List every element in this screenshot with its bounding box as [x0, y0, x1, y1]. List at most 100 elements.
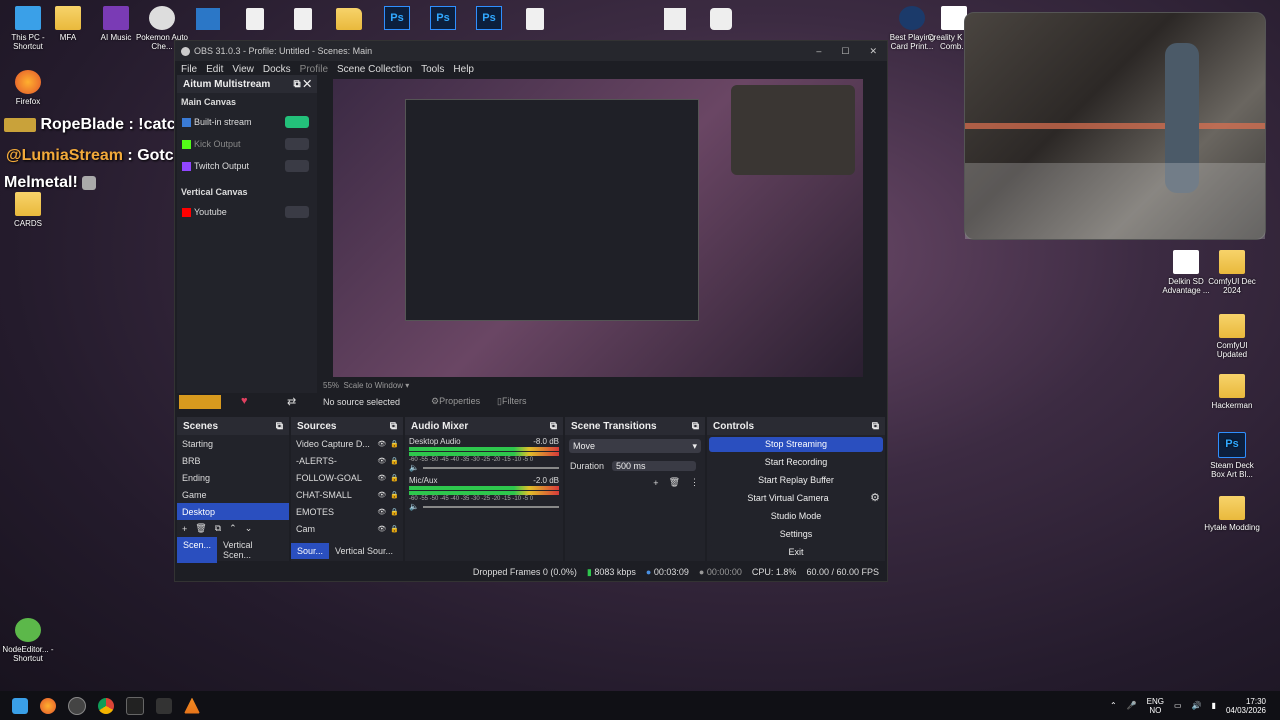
stream-toggle-button[interactable] [285, 160, 309, 172]
eye-icon[interactable]: 👁 [377, 491, 386, 499]
menu-file[interactable]: File [181, 64, 197, 75]
lock-icon[interactable]: 🔒 [390, 508, 399, 516]
eye-icon[interactable]: 👁 [377, 525, 386, 533]
scene-item[interactable]: BRB [177, 452, 289, 469]
lock-icon[interactable]: 🔒 [390, 440, 399, 448]
trash-icon[interactable]: 🗑 [669, 477, 680, 488]
exit-button[interactable]: Exit [709, 545, 883, 560]
document-icon[interactable] [246, 8, 264, 30]
source-item[interactable]: -ALERTS- 👁 🔒 [291, 452, 403, 469]
eye-icon[interactable]: 👁 [377, 440, 386, 448]
app-icon[interactable] [664, 8, 686, 30]
source-item[interactable]: Video Capture D... 👁 🔒 [291, 435, 403, 452]
start-recording-button[interactable]: Start Recording [709, 455, 883, 470]
source-item[interactable]: CHAT-SMALL 👁 🔒 [291, 486, 403, 503]
document-icon[interactable] [294, 8, 312, 30]
stream-toggle-button[interactable] [285, 116, 309, 128]
stop-streaming-button[interactable]: Stop Streaming [709, 437, 883, 452]
swap-icon[interactable]: ⇄ [287, 395, 296, 408]
properties-button[interactable]: ⚙Properties [431, 396, 480, 407]
maximize-icon[interactable]: ☐ [841, 46, 849, 57]
chevron-up-icon[interactable]: ⌃ [229, 523, 237, 534]
app-icon[interactable] [156, 697, 172, 714]
menu-profile[interactable]: Profile [300, 64, 328, 75]
close-icon[interactable]: ✕ [869, 46, 877, 57]
trash-icon[interactable]: 🗑 [195, 523, 206, 534]
desktop-icon-hackerman[interactable]: Hackerman [1204, 374, 1260, 410]
lock-icon[interactable]: 🔒 [390, 457, 399, 465]
source-item[interactable]: Cam 👁 🔒 [291, 520, 403, 537]
desktop-icon-cards[interactable]: CARDS [0, 192, 56, 228]
app-icon[interactable] [196, 8, 220, 30]
speaker-icon[interactable]: 🔈 [409, 502, 419, 511]
minimize-icon[interactable]: – [816, 46, 821, 57]
source-item[interactable]: EMOTES 👁 🔒 [291, 503, 403, 520]
firefox-icon[interactable] [40, 697, 56, 714]
undock-icon[interactable]: ⧉ [550, 421, 557, 432]
scene-color-swatch[interactable] [179, 395, 221, 409]
volume-slider[interactable] [422, 466, 559, 469]
duration-input[interactable]: 500 ms [612, 460, 697, 471]
undock-icon[interactable]: ⧉ [293, 79, 300, 90]
desktop-icon-comfyui-dec[interactable]: ComfyUI Dec 2024 [1204, 250, 1260, 295]
windows-start-icon[interactable] [12, 697, 28, 714]
output-youtube[interactable]: Youtube [177, 201, 317, 223]
stream-toggle-button[interactable] [285, 206, 309, 218]
eye-icon[interactable]: 👁 [377, 508, 386, 516]
undock-icon[interactable]: ⧉ [872, 421, 879, 432]
lock-icon[interactable]: 🔒 [390, 474, 399, 482]
document-icon[interactable] [526, 8, 544, 30]
menu-tools[interactable]: Tools [421, 64, 444, 75]
desktop-icon-nodeeditor[interactable]: NodeEditor... - Shortcut [0, 618, 56, 663]
eye-icon[interactable]: 👁 [377, 474, 386, 482]
desktop-icon-firefox[interactable]: Firefox [0, 70, 56, 106]
filters-button[interactable]: ▯Filters [497, 396, 526, 407]
desktop-icon-comfyui-updated[interactable]: ComfyUI Updated [1204, 314, 1260, 359]
zoom-indicator[interactable]: 55% Scale to Window ▾ [323, 381, 409, 390]
lock-icon[interactable]: 🔒 [390, 525, 399, 533]
tab-vertical-scenes[interactable]: Vertical Scen... [217, 537, 289, 563]
tab-vertical-sources[interactable]: Vertical Sour... [329, 543, 399, 559]
chevron-down-icon[interactable]: ⌄ [245, 523, 253, 534]
start-virtual-camera-button[interactable]: Start Virtual Camera [709, 491, 867, 506]
network-icon[interactable]: ▭ [1174, 701, 1182, 710]
chevron-up-icon[interactable]: ⌃ [1110, 701, 1117, 710]
tab-sources[interactable]: Sour... [291, 543, 330, 559]
undock-icon[interactable]: ⧉ [692, 421, 699, 432]
copy-icon[interactable]: ⧉ [215, 523, 221, 534]
transition-select[interactable]: Move ▾ [569, 439, 701, 453]
studio-mode-button[interactable]: Studio Mode [709, 509, 883, 524]
photoshop-icon[interactable]: Ps [476, 6, 502, 30]
battery-icon[interactable]: ▮ [1212, 701, 1216, 710]
output-built-in-stream[interactable]: Built-in stream [177, 111, 317, 133]
terminal-icon[interactable] [126, 696, 144, 715]
preview-canvas[interactable] [333, 79, 863, 377]
output-kick[interactable]: Kick Output [177, 133, 317, 155]
menu-edit[interactable]: Edit [206, 64, 223, 75]
chrome-icon[interactable] [98, 697, 114, 714]
heart-icon[interactable]: ♥ [241, 395, 248, 407]
menu-help[interactable]: Help [453, 64, 474, 75]
gear-icon[interactable]: ⚙ [867, 491, 883, 506]
tab-scenes[interactable]: Scen... [177, 537, 218, 563]
speaker-icon[interactable]: 🔈 [409, 463, 419, 472]
volume-slider[interactable] [422, 505, 559, 508]
desktop-icon-steam-deck[interactable]: Ps Steam Deck Box Art Bl... [1204, 432, 1260, 479]
lock-icon[interactable]: 🔒 [390, 491, 399, 499]
menu-docks[interactable]: Docks [263, 64, 291, 75]
source-item[interactable]: FOLLOW-GOAL 👁 🔒 [291, 469, 403, 486]
add-icon[interactable]: + [182, 524, 187, 534]
microphone-icon[interactable]: 🎤 [1127, 701, 1137, 710]
scene-item[interactable]: Game [177, 486, 289, 503]
scene-item[interactable]: Starting [177, 435, 289, 452]
clock[interactable]: 17:30 04/03/2026 [1226, 697, 1266, 715]
close-icon[interactable]: ✕ [303, 79, 311, 90]
menu-scene-collection[interactable]: Scene Collection [337, 64, 412, 75]
menu-view[interactable]: View [232, 64, 254, 75]
more-icon[interactable]: ⋮ [690, 477, 699, 488]
vlc-icon[interactable] [184, 697, 200, 714]
speaker-icon[interactable]: 🔊 [1192, 701, 1202, 710]
obs-icon[interactable] [68, 696, 86, 715]
scene-item[interactable]: Ending [177, 469, 289, 486]
language-indicator[interactable]: ENG NO [1147, 697, 1164, 715]
